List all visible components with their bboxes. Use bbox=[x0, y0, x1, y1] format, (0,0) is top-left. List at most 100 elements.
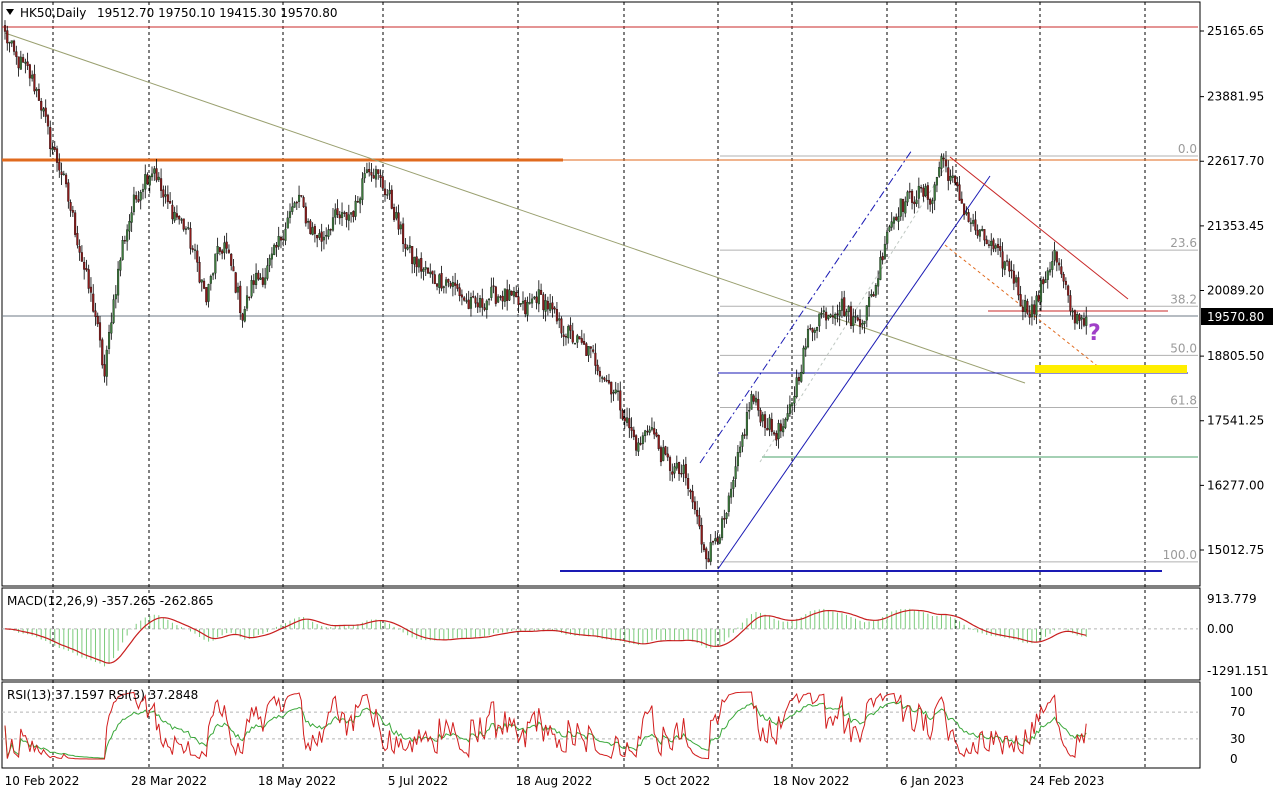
candle-body-393 bbox=[892, 217, 896, 224]
candle-body-43 bbox=[101, 339, 104, 366]
candle-body-376 bbox=[854, 316, 857, 318]
candle-body-189 bbox=[431, 270, 434, 275]
candle-body-387 bbox=[879, 257, 882, 280]
candle-body-293 bbox=[666, 453, 669, 458]
candle-body-61 bbox=[141, 189, 145, 192]
candle-body-64 bbox=[148, 176, 151, 186]
candle-body-325 bbox=[739, 446, 742, 453]
candle-body-388 bbox=[881, 256, 884, 261]
candle-body-141 bbox=[322, 236, 325, 241]
candle-body-401 bbox=[911, 190, 914, 203]
candle-body-339 bbox=[770, 419, 773, 432]
candle-body-15 bbox=[37, 88, 40, 101]
candle-body-136 bbox=[311, 227, 314, 235]
candle-body-354 bbox=[804, 346, 807, 350]
date-tick-label-6: 18 Nov 2022 bbox=[773, 774, 850, 788]
candle-body-160 bbox=[365, 169, 368, 173]
candle-body-266 bbox=[605, 379, 608, 382]
candle-body-378 bbox=[858, 319, 862, 327]
candle-body-310 bbox=[705, 548, 708, 560]
candle-body-105 bbox=[241, 313, 244, 321]
candle-body-332 bbox=[754, 397, 758, 403]
candle-body-451 bbox=[1024, 300, 1027, 312]
candle-body-174 bbox=[397, 212, 400, 230]
candle-body-163 bbox=[372, 175, 375, 179]
candle-body-361 bbox=[820, 313, 823, 315]
candle-body-460 bbox=[1044, 279, 1047, 283]
candle-body-78 bbox=[180, 219, 183, 221]
candle-body-395 bbox=[897, 216, 900, 222]
candle-body-203 bbox=[463, 297, 466, 301]
candle-body-76 bbox=[175, 213, 178, 218]
candle-body-463 bbox=[1051, 261, 1054, 270]
candle-body-166 bbox=[379, 174, 382, 178]
candle-body-63 bbox=[146, 174, 149, 185]
candle-body-435 bbox=[987, 244, 991, 246]
candle-body-164 bbox=[374, 169, 378, 180]
fib-label-0: 0.0 bbox=[1178, 142, 1197, 156]
candle-body-83 bbox=[191, 248, 194, 250]
candle-body-24 bbox=[58, 161, 61, 171]
candle-body-410 bbox=[931, 200, 934, 204]
candle-body-107 bbox=[245, 295, 249, 309]
candle-body-416 bbox=[944, 159, 948, 167]
candle-body-218 bbox=[497, 296, 500, 303]
candle-body-127 bbox=[291, 206, 294, 212]
candle-body-150 bbox=[343, 212, 346, 214]
candle-body-466 bbox=[1058, 262, 1061, 266]
candle-body-318 bbox=[723, 517, 726, 520]
candle-body-47 bbox=[110, 322, 113, 334]
candle-body-173 bbox=[395, 212, 398, 219]
candle-body-243 bbox=[553, 307, 556, 310]
candle-body-406 bbox=[922, 187, 925, 197]
candle-body-428 bbox=[972, 220, 975, 224]
candle-body-270 bbox=[614, 389, 617, 394]
candle-body-432 bbox=[981, 229, 984, 231]
candle-body-91 bbox=[209, 276, 212, 284]
candle-body-153 bbox=[350, 212, 353, 215]
candle-body-442 bbox=[1003, 261, 1006, 270]
candle-body-201 bbox=[458, 287, 461, 297]
candle-body-49 bbox=[114, 294, 117, 300]
candle-body-441 bbox=[1001, 251, 1004, 269]
ohlc-label: 19512.70 19750.10 19415.30 19570.80 bbox=[97, 6, 337, 20]
candle-body-162 bbox=[370, 172, 373, 176]
candle-body-431 bbox=[978, 229, 981, 237]
candle-body-125 bbox=[286, 217, 289, 229]
candle-body-326 bbox=[741, 434, 744, 447]
candle-body-322 bbox=[732, 479, 735, 489]
candle-body-444 bbox=[1008, 261, 1011, 272]
candle-body-340 bbox=[773, 432, 776, 435]
candle-body-418 bbox=[949, 176, 952, 181]
candle-body-274 bbox=[623, 417, 626, 422]
candle-body-34 bbox=[80, 252, 83, 262]
candle-body-344 bbox=[782, 426, 785, 433]
candle-body-360 bbox=[818, 313, 821, 327]
candle-body-336 bbox=[763, 414, 767, 428]
candle-body-185 bbox=[422, 268, 425, 272]
candle-body-278 bbox=[632, 429, 635, 438]
candle-body-82 bbox=[189, 228, 192, 249]
candle-body-331 bbox=[752, 395, 755, 402]
candle-body-60 bbox=[139, 192, 142, 201]
date-tick-label-4: 18 Aug 2022 bbox=[516, 774, 593, 788]
candle-body-263 bbox=[598, 370, 601, 377]
candle-body-51 bbox=[119, 259, 122, 271]
candle-body-302 bbox=[687, 478, 690, 489]
candle-body-414 bbox=[940, 156, 943, 169]
candle-body-79 bbox=[182, 218, 185, 230]
candle-body-235 bbox=[535, 296, 538, 303]
candle-body-216 bbox=[492, 285, 495, 287]
candle-body-18 bbox=[44, 107, 47, 117]
candle-body-359 bbox=[816, 327, 819, 331]
candle-body-26 bbox=[62, 173, 65, 176]
candle-body-204 bbox=[465, 300, 468, 302]
candle-body-296 bbox=[673, 466, 676, 474]
candle-body-351 bbox=[797, 376, 801, 382]
candle-body-6 bbox=[17, 56, 20, 69]
candle-body-260 bbox=[592, 349, 595, 352]
candle-body-252 bbox=[573, 343, 577, 345]
candle-body-365 bbox=[829, 314, 832, 317]
candle-body-55 bbox=[128, 221, 131, 232]
candle-body-358 bbox=[813, 329, 816, 333]
